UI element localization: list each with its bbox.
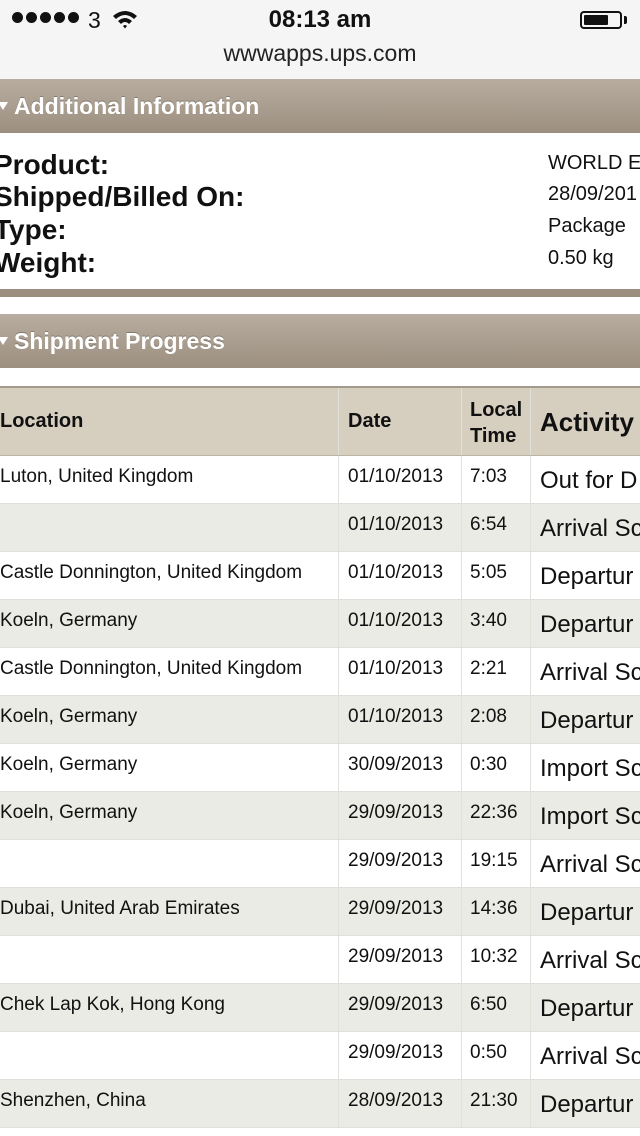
cell-date: 29/09/2013 [348, 994, 444, 1015]
cell-local-time: 2:21 [470, 658, 507, 679]
section-divider [0, 289, 640, 297]
cell-location: Luton, United Kingdom [0, 466, 194, 487]
cell-date: 29/09/2013 [348, 898, 444, 919]
cell-local-time: 6:54 [470, 514, 507, 535]
table-row: Koeln, Germany 29/09/2013 22:36 Import Sc [0, 792, 640, 840]
cell-activity: Departur [540, 995, 634, 1022]
cell-local-time: 14:36 [470, 898, 518, 919]
cell-activity: Departur [540, 563, 634, 590]
cell-activity: Arrival Sc [540, 851, 640, 878]
battery-icon [580, 11, 622, 29]
cell-date: 29/09/2013 [348, 1042, 444, 1063]
table-row: 29/09/2013 19:15 Arrival Sc [0, 840, 640, 888]
cell-location: Chek Lap Kok, Hong Kong [0, 994, 225, 1015]
cell-date: 29/09/2013 [348, 946, 444, 967]
column-header-local-time: Local Time [470, 399, 523, 447]
weight-label: Weight: [0, 247, 97, 278]
cell-location: Koeln, Germany [0, 802, 138, 823]
column-header-location: Location [0, 410, 84, 432]
table-row: Castle Donnington, United Kingdom 01/10/2… [0, 552, 640, 600]
cell-activity: Out for D [540, 467, 638, 494]
product-label: Product: [0, 149, 110, 180]
table-row: 29/09/2013 10:32 Arrival Sc [0, 936, 640, 984]
cell-location: Koeln, Germany [0, 610, 138, 631]
cell-local-time: 22:36 [470, 802, 518, 823]
additional-info-title: Additional Information [14, 93, 260, 119]
weight-value: 0.50 kg [548, 247, 614, 269]
table-row: Shenzhen, China 28/09/2013 21:30 Departur [0, 1080, 640, 1128]
table-row: 29/09/2013 0:50 Arrival Sc [0, 1032, 640, 1080]
table-row: Chek Lap Kok, Hong Kong 29/09/2013 6:50 Dep… [0, 984, 640, 1032]
cell-date: 01/10/2013 [348, 514, 444, 535]
cell-local-time: 6:50 [470, 994, 507, 1015]
cell-local-time: 10:32 [470, 946, 518, 967]
status-bar: 3 08:13 am [0, 0, 640, 40]
cell-date: 29/09/2013 [348, 802, 444, 823]
cell-date: 01/10/2013 [348, 658, 444, 679]
table-row: Koeln, Germany 30/09/2013 0:30 Import Sc [0, 744, 640, 792]
cell-local-time: 3:40 [470, 610, 507, 631]
cell-activity: Import Sc [540, 755, 640, 782]
table-body: Luton, United Kingdom 01/10/2013 7:03 Out f… [0, 456, 640, 1128]
shipment-progress-title: Shipment Progress [14, 328, 225, 354]
shipped-billed-label: Shipped/Billed On: [0, 181, 245, 212]
cell-activity: Arrival Sc [540, 659, 640, 686]
shipment-progress-header[interactable]: Shipment Progress [0, 314, 640, 368]
product-value: WORLD E [548, 152, 640, 174]
cell-location: Shenzhen, China [0, 1090, 146, 1111]
battery-cap [624, 16, 627, 24]
table-header: Location Date Local Time Activity [0, 386, 640, 456]
table-row: Castle Donnington, United Kingdom 01/10/2… [0, 648, 640, 696]
shipped-billed-value: 28/09/201 [548, 183, 637, 205]
cell-local-time: 5:05 [470, 562, 507, 583]
column-header-activity: Activity [540, 407, 634, 437]
cell-location: Castle Donnington, United Kingdom [0, 658, 303, 679]
table-row: Koeln, Germany 01/10/2013 3:40 Departur [0, 600, 640, 648]
table-row: Luton, United Kingdom 01/10/2013 7:03 Out f… [0, 456, 640, 504]
cell-local-time: 0:50 [470, 1042, 507, 1063]
shipment-progress-table: Location Date Local Time Activity Luton,… [0, 386, 640, 1128]
cell-local-time: 7:03 [470, 466, 507, 487]
cell-date: 01/10/2013 [348, 706, 444, 727]
type-label: Type: [0, 214, 67, 245]
cell-activity: Arrival Sc [540, 947, 640, 974]
table-row: Dubai, United Arab Emirates 29/09/2013 14:… [0, 888, 640, 936]
cell-date: 01/10/2013 [348, 466, 444, 487]
cell-location: Koeln, Germany [0, 754, 138, 775]
cell-location: Castle Donnington, United Kingdom [0, 562, 303, 583]
cell-activity: Departur [540, 611, 634, 638]
cell-local-time: 19:15 [470, 850, 518, 871]
cell-date: 01/10/2013 [348, 610, 444, 631]
cell-local-time: 2:08 [470, 706, 507, 727]
cell-activity: Import Sc [540, 803, 640, 830]
cell-activity: Arrival Sc [540, 1043, 640, 1070]
type-value: Package [548, 215, 626, 237]
cell-location: Koeln, Germany [0, 706, 138, 727]
table-row: 01/10/2013 6:54 Arrival Sc [0, 504, 640, 552]
cell-date: 28/09/2013 [348, 1090, 444, 1111]
disclosure-triangle-icon [0, 102, 8, 110]
cell-activity: Arrival Sc [540, 515, 640, 542]
cell-date: 01/10/2013 [348, 562, 444, 583]
cell-activity: Departur [540, 707, 634, 734]
additional-info-header[interactable]: Additional Information [0, 79, 640, 133]
address-bar[interactable]: wwwapps.ups.com [0, 36, 640, 81]
column-header-date: Date [348, 410, 392, 432]
cell-location: Dubai, United Arab Emirates [0, 898, 240, 919]
disclosure-triangle-icon [0, 337, 8, 345]
url-text: wwwapps.ups.com [223, 40, 417, 66]
cell-activity: Departur [540, 899, 634, 926]
cell-local-time: 21:30 [470, 1090, 518, 1111]
cell-date: 29/09/2013 [348, 850, 444, 871]
cell-date: 30/09/2013 [348, 754, 444, 775]
cell-local-time: 0:30 [470, 754, 507, 775]
table-row: Koeln, Germany 01/10/2013 2:08 Departur [0, 696, 640, 744]
status-time: 08:13 am [268, 6, 372, 33]
cell-activity: Departur [540, 1091, 634, 1118]
